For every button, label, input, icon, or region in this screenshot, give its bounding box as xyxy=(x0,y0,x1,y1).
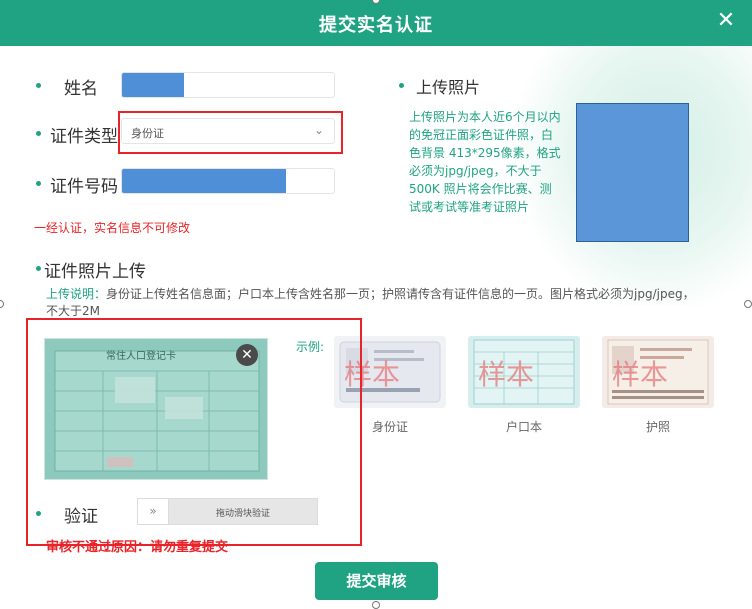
upload-hint: 上传说明：身份证上传姓名信息面；户口本上传含姓名那一页；护照请传含有证件信息的一… xyxy=(46,286,706,320)
id-photo-title: 证件照片上传 xyxy=(44,262,146,282)
modal-title: 提交实名认证 xyxy=(319,15,433,36)
resize-handle[interactable] xyxy=(0,300,4,308)
upload-hint-prefix: 上传说明： xyxy=(46,287,107,301)
resize-handle[interactable] xyxy=(372,601,380,609)
photo-upload-area[interactable] xyxy=(576,103,689,242)
name-label: 姓名 xyxy=(64,79,98,99)
highlight-box xyxy=(118,111,343,154)
redacted-value xyxy=(122,73,184,97)
submit-button[interactable]: 提交审核 xyxy=(315,562,438,600)
bullet-dot xyxy=(36,181,41,186)
bullet-dot xyxy=(399,83,404,88)
resize-handle[interactable] xyxy=(744,300,752,308)
modal-header: 提交实名认证 ✕ xyxy=(0,0,752,46)
sample-stamp: 样本 xyxy=(478,358,535,391)
photo-panel-title: 上传照片 xyxy=(416,78,481,97)
sample-caption: 护照 xyxy=(645,420,670,434)
verification-modal: 提交实名认证 ✕ 姓名 证件类型 身份证 ⌄ 证件号码 一经认证，实名信息不可修… xyxy=(0,0,752,609)
highlight-box xyxy=(26,318,362,546)
id-number-label: 证件号码 xyxy=(50,177,118,197)
redacted-value xyxy=(122,169,286,193)
photo-panel-description: 上传照片为本人近6个月以内的免冠正面彩色证件照，白色背景 413*295像素，格… xyxy=(409,110,561,214)
bullet-dot xyxy=(36,266,41,271)
id-type-label: 证件类型 xyxy=(50,127,118,147)
bullet-dot xyxy=(36,83,41,88)
close-icon[interactable]: ✕ xyxy=(712,7,740,35)
sample-stamp: 样本 xyxy=(612,358,669,391)
upload-hint-text: 身份证上传姓名信息面；户口本上传含姓名那一页；护照请传含有证件信息的一页。图片格… xyxy=(46,287,695,318)
sample-caption: 户口本 xyxy=(505,420,542,434)
bullet-dot xyxy=(36,131,41,136)
warning-text: 一经认证，实名信息不可修改 xyxy=(34,221,191,235)
id-number-input[interactable] xyxy=(121,168,335,194)
name-input[interactable] xyxy=(121,72,335,98)
